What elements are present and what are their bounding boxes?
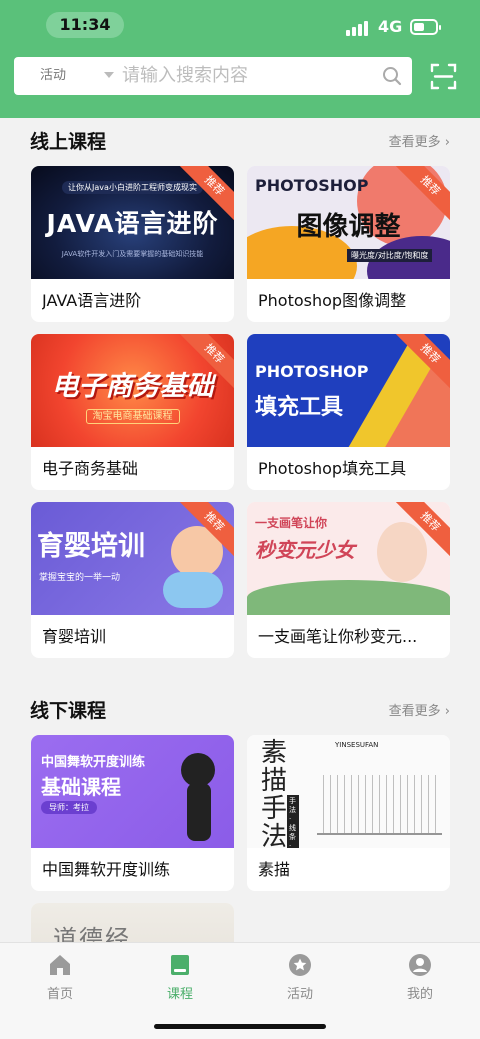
online-more-link[interactable]: 查看更多 › [389, 131, 450, 150]
course-title: Photoshop填充工具 [258, 459, 407, 478]
course-card[interactable]: PHOTOSHOP 填充工具 推荐 Photoshop填充工具 [247, 334, 450, 490]
tab-home[interactable]: 首页 [0, 943, 120, 1013]
home-icon [50, 955, 70, 975]
course-title: 电子商务基础 [42, 459, 139, 478]
user-icon [409, 954, 431, 976]
course-title: 素描 [258, 860, 291, 879]
course-card[interactable]: 让你从Java小白进阶工程师变成现实 JAVA语言进阶 JAVA软件开发入门及需… [31, 166, 234, 322]
online-section-header: 线上课程 查看更多 › [30, 127, 450, 157]
header: 11:34 4G 活动 请输入搜索内容 [0, 0, 480, 118]
course-cover: 中国舞软开度训练 基础课程 导师：考拉 [31, 735, 234, 848]
course-card[interactable]: 育婴培训 掌握宝宝的一举一动 推荐 育婴培训 [31, 502, 234, 658]
search-type-selector[interactable]: 活动 [40, 57, 66, 95]
course-card[interactable]: 一支画笔让你 秒变元少女 推荐 一支画笔让你秒变元... [247, 502, 450, 658]
course-title: JAVA语言进阶 [42, 291, 142, 310]
book-icon [171, 955, 189, 975]
course-title: 一支画笔让你秒变元... [258, 627, 418, 646]
course-title: Photoshop图像调整 [258, 291, 407, 310]
offline-more-link[interactable]: 查看更多 › [389, 700, 450, 719]
offline-section-header: 线下课程 查看更多 › [30, 696, 450, 726]
tab-profile[interactable]: 我的 [360, 943, 480, 1013]
course-title: 中国舞软开度训练 [42, 860, 171, 879]
course-card[interactable]: 中国舞软开度训练 基础课程 导师：考拉 中国舞软开度训练 [31, 735, 234, 891]
status-time: 11:34 [46, 12, 124, 38]
section-title-offline: 线下课程 [30, 700, 107, 722]
signal-icon [346, 20, 372, 36]
network-type: 4G [378, 17, 403, 36]
course-card[interactable]: 电子商务基础 淘宝电商基础课程 推荐 电子商务基础 [31, 334, 234, 490]
battery-icon [410, 19, 441, 35]
course-cover: 素描手法 YINSESUFAN 手法·线条·色调 [247, 735, 450, 848]
scan-icon[interactable] [430, 63, 457, 90]
search-icon[interactable] [382, 66, 402, 86]
search-input[interactable]: 请输入搜索内容 [122, 57, 248, 95]
chevron-down-icon[interactable] [104, 72, 114, 78]
course-title: 育婴培训 [42, 627, 107, 646]
section-title-online: 线上课程 [30, 131, 107, 153]
tab-courses[interactable]: 课程 [120, 943, 240, 1013]
star-icon [289, 954, 311, 976]
course-card[interactable]: 素描手法 YINSESUFAN 手法·线条·色调 素描 [247, 735, 450, 891]
search-bar[interactable]: 活动 请输入搜索内容 [14, 57, 412, 95]
home-indicator [154, 1024, 326, 1029]
tab-activities[interactable]: 活动 [240, 943, 360, 1013]
course-card[interactable]: PHOTOSHOP 图像调整 曝光度/对比度/饱和度 推荐 Photoshop图… [247, 166, 450, 322]
